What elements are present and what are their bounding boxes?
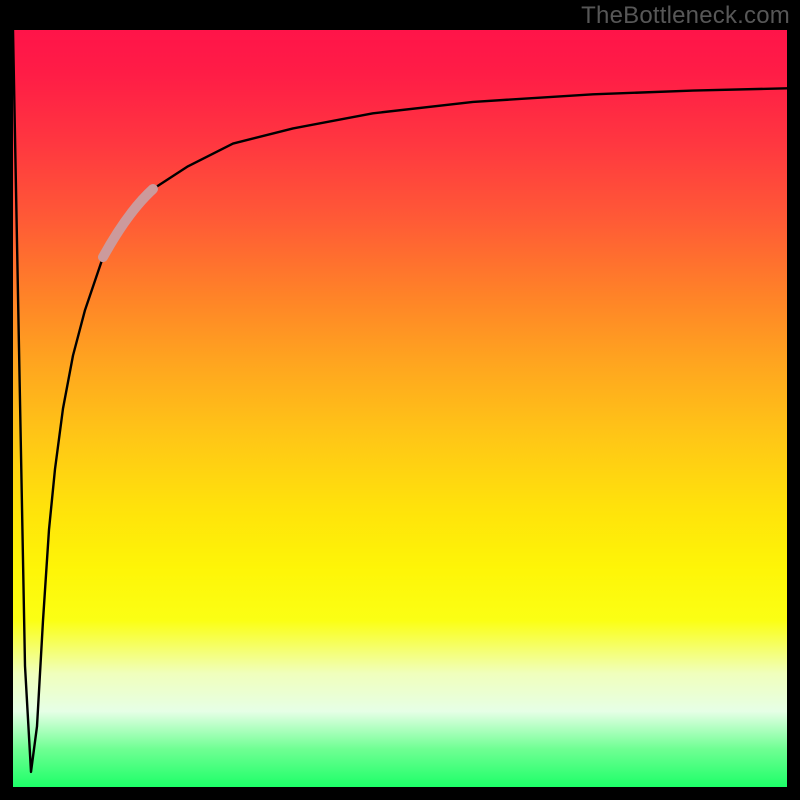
plot-area xyxy=(13,30,787,787)
bottleneck-curve xyxy=(13,30,787,772)
chart-frame: TheBottleneck.com xyxy=(0,0,800,800)
watermark-label: TheBottleneck.com xyxy=(581,2,790,30)
highlight-segment xyxy=(103,189,153,257)
curve-svg xyxy=(13,30,787,787)
